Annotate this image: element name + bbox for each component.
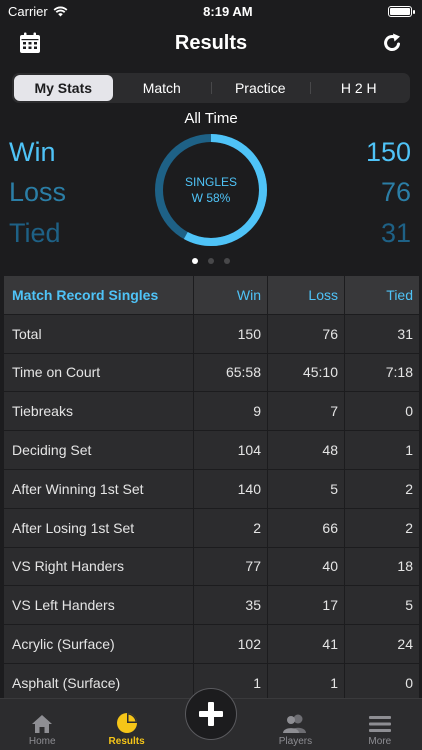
tab-more-label: More xyxy=(368,736,392,747)
row-label: Total xyxy=(4,314,193,353)
row-win: 2 xyxy=(194,508,267,547)
header-loss: Loss xyxy=(268,276,344,314)
segmented-control: My Stats Match Practice H 2 H xyxy=(12,73,410,103)
row-loss: 40 xyxy=(268,547,344,586)
row-loss: 66 xyxy=(268,508,344,547)
tab-practice[interactable]: Practice xyxy=(211,75,310,101)
table-row[interactable]: VS Right Handers 77 40 18 xyxy=(4,547,420,587)
row-tied: 7:18 xyxy=(345,353,419,392)
donut-line2: W 58% xyxy=(191,191,231,205)
row-tied: 0 xyxy=(345,663,419,702)
status-time: 8:19 AM xyxy=(203,3,253,19)
calendar-icon[interactable] xyxy=(18,31,42,55)
table-row[interactable]: Time on Court 65:58 45:10 7:18 xyxy=(4,353,420,393)
row-loss: 48 xyxy=(268,431,344,469)
row-tied: 2 xyxy=(345,508,419,547)
table-header-row: Match Record Singles Win Loss Tied xyxy=(4,276,420,315)
loss-value: 76 xyxy=(380,177,411,207)
status-bar: Carrier 8:19 AM xyxy=(0,0,422,22)
row-tied: 31 xyxy=(345,314,419,353)
header-category: Match Record Singles xyxy=(4,276,193,314)
tab-home[interactable]: Home xyxy=(0,699,84,750)
tied-value: 31 xyxy=(380,218,411,248)
pie-chart-icon xyxy=(116,713,137,733)
row-loss: 17 xyxy=(268,586,344,625)
carrier-label: Carrier xyxy=(8,3,48,19)
page-dot[interactable] xyxy=(224,258,230,264)
page-dot[interactable] xyxy=(208,258,214,264)
row-label: VS Left Handers xyxy=(4,586,193,625)
wifi-icon xyxy=(53,6,68,16)
home-icon xyxy=(32,715,53,733)
row-tied: 5 xyxy=(345,586,419,625)
battery-icon xyxy=(387,5,415,17)
row-tied: 2 xyxy=(345,469,419,508)
tab-results-label: Results xyxy=(108,736,145,747)
add-match-button[interactable] xyxy=(185,688,237,740)
tab-players-label: Players xyxy=(278,736,313,747)
table-row[interactable]: Deciding Set 104 48 1 xyxy=(4,431,420,470)
row-win: 150 xyxy=(194,314,267,353)
row-win: 104 xyxy=(194,431,267,469)
row-label: Tiebreaks xyxy=(4,392,193,431)
row-tied: 24 xyxy=(345,625,419,663)
table-row[interactable]: Acrylic (Surface) 102 41 24 xyxy=(4,625,420,664)
header-win: Win xyxy=(194,276,267,314)
page-indicator[interactable] xyxy=(0,258,422,264)
loss-label: Loss xyxy=(9,177,67,207)
row-label: Deciding Set xyxy=(4,431,193,469)
nav-bar: Results xyxy=(0,22,422,64)
row-tied: 1 xyxy=(345,431,419,469)
table-row[interactable]: After Winning 1st Set 140 5 2 xyxy=(4,469,420,509)
tab-players[interactable]: Players xyxy=(253,699,337,750)
table-row[interactable]: After Losing 1st Set 2 66 2 xyxy=(4,508,420,548)
row-win: 140 xyxy=(194,469,267,508)
tab-results[interactable]: Results xyxy=(84,699,168,750)
page-title: Results xyxy=(174,31,248,54)
win-value: 150 xyxy=(365,137,411,167)
page-dot[interactable] xyxy=(192,258,198,264)
players-icon xyxy=(283,714,307,733)
row-label: Asphalt (Surface) xyxy=(4,663,193,702)
row-label: Acrylic (Surface) xyxy=(4,625,193,663)
row-loss: 1 xyxy=(268,663,344,702)
donut-label: SINGLES W 58% xyxy=(153,132,269,248)
row-label: Time on Court xyxy=(4,353,193,392)
row-win: 35 xyxy=(194,586,267,625)
tied-label: Tied xyxy=(9,218,61,248)
row-win: 102 xyxy=(194,625,267,663)
tab-more[interactable]: More xyxy=(338,699,422,750)
menu-icon xyxy=(368,716,391,732)
row-loss: 45:10 xyxy=(268,353,344,392)
refresh-icon[interactable] xyxy=(380,31,404,55)
header-tied: Tied xyxy=(345,276,419,314)
row-tied: 0 xyxy=(345,392,419,431)
tab-h2h[interactable]: H 2 H xyxy=(309,75,409,101)
win-label: Win xyxy=(9,137,56,167)
row-label: VS Right Handers xyxy=(4,547,193,586)
table-row[interactable]: Tiebreaks 9 7 0 xyxy=(4,392,420,431)
table-row[interactable]: Total 150 76 31 xyxy=(4,314,420,354)
row-win: 9 xyxy=(194,392,267,431)
tab-my-stats[interactable]: My Stats xyxy=(14,75,113,101)
donut-line1: SINGLES xyxy=(184,175,238,189)
tab-match[interactable]: Match xyxy=(113,75,212,101)
plus-icon xyxy=(199,702,223,726)
row-win: 77 xyxy=(194,547,267,586)
row-label: After Winning 1st Set xyxy=(4,469,193,508)
summary-title: All Time xyxy=(184,110,238,127)
row-label: After Losing 1st Set xyxy=(4,508,193,547)
tab-home-label: Home xyxy=(28,736,56,747)
row-loss: 7 xyxy=(268,392,344,431)
table-row[interactable]: VS Left Handers 35 17 5 xyxy=(4,586,420,625)
row-loss: 5 xyxy=(268,469,344,508)
row-win: 65:58 xyxy=(194,353,267,392)
row-loss: 41 xyxy=(268,625,344,663)
row-loss: 76 xyxy=(268,314,344,353)
status-left: Carrier xyxy=(8,4,68,19)
stats-table: Match Record Singles Win Loss Tied Total… xyxy=(4,276,420,703)
row-tied: 18 xyxy=(345,547,419,586)
